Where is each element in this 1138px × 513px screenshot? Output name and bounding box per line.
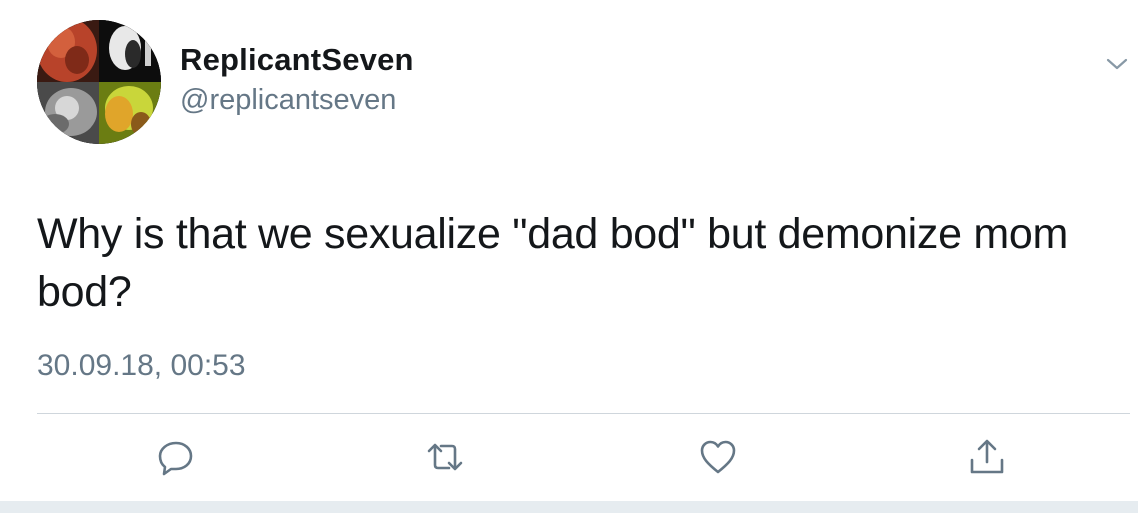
chevron-down-icon[interactable] — [1105, 52, 1129, 76]
avatar[interactable] — [37, 20, 161, 144]
avatar-image — [37, 20, 161, 144]
share-button[interactable] — [967, 437, 1007, 477]
share-icon — [970, 439, 1004, 474]
bottom-strip — [0, 501, 1138, 513]
reply-button[interactable] — [156, 437, 196, 477]
retweet-icon — [427, 443, 463, 471]
heart-icon — [700, 440, 736, 474]
retweet-button[interactable] — [425, 437, 465, 477]
divider — [37, 413, 1130, 414]
tweet-card: ReplicantSeven @replicantseven Why is th… — [0, 0, 1138, 513]
user-handle[interactable]: @replicantseven — [180, 84, 396, 117]
tweet-timestamp[interactable]: 30.09.18, 00:53 — [37, 349, 246, 383]
reply-icon — [158, 441, 193, 476]
display-name[interactable]: ReplicantSeven — [180, 42, 414, 78]
like-button[interactable] — [698, 437, 738, 477]
tweet-text: Why is that we sexualize "dad bod" but d… — [37, 210, 1069, 316]
